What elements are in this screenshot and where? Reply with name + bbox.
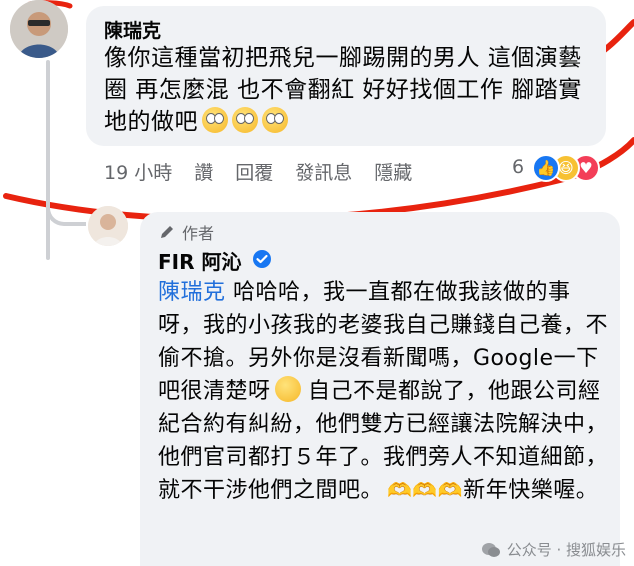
face-with-rolling-eyes-emoji: [232, 107, 258, 133]
wechat-icon: [481, 542, 500, 557]
thread-connector: [46, 196, 86, 226]
face-with-rolling-eyes-emoji: [262, 107, 288, 133]
pen-icon: [161, 226, 173, 238]
reaction-count[interactable]: 6: [512, 156, 524, 178]
heart-hands-emoji: 🫶🫶🫶: [387, 478, 464, 502]
like-icon: 👍: [532, 154, 560, 182]
author-avatar[interactable]: [88, 206, 128, 246]
verified-badge-icon: [253, 250, 271, 268]
message-button[interactable]: 發訊息: [295, 158, 352, 185]
grinning-face-emoji: [274, 376, 301, 402]
mention-link[interactable]: 陳瑞克: [158, 280, 226, 305]
reply-author-name[interactable]: FIR 阿沁: [158, 246, 241, 275]
comment-bubble: 陳瑞克 像你這種當初把飛兒一腳踢開的男人 這個演藝圈 再怎麼混 也不會翻紅 好好…: [86, 6, 606, 146]
comment-author-name[interactable]: 陳瑞克: [104, 16, 161, 43]
commenter-avatar[interactable]: [10, 0, 68, 58]
comment-timestamp[interactable]: 19 小時: [104, 158, 172, 185]
reaction-icons[interactable]: 👍 😆 ♥: [532, 154, 612, 184]
reply-button[interactable]: 回覆: [235, 158, 273, 185]
like-button[interactable]: 讚: [194, 158, 213, 185]
author-tag-label: 作者: [182, 224, 215, 243]
reply-text: 陳瑞克 哈哈哈，我一直都在做我該做的事呀，我的小孩我的老婆我自己賺錢自己養，不偷…: [158, 280, 609, 503]
author-badge: 作者: [158, 220, 214, 244]
comment-text: 像你這種當初把飛兒一腳踢開的男人 這個演藝圈 再怎麼混 也不會翻紅 好好找個工作…: [104, 45, 582, 135]
watermark: 公众号 · 搜狐娱乐: [481, 539, 626, 560]
hide-button[interactable]: 隱藏: [374, 158, 412, 185]
reply-bubble: 作者 FIR 阿沁 陳瑞克 哈哈哈，我一直都在做我該做的事呀，我的小孩我的老婆我…: [140, 212, 620, 566]
thread-line: [46, 60, 50, 260]
watermark-text: 公众号 · 搜狐娱乐: [506, 541, 626, 559]
face-with-rolling-eyes-emoji: [202, 107, 228, 133]
comment-actions: 19 小時 讚 回覆 發訊息 隱藏: [104, 156, 412, 186]
